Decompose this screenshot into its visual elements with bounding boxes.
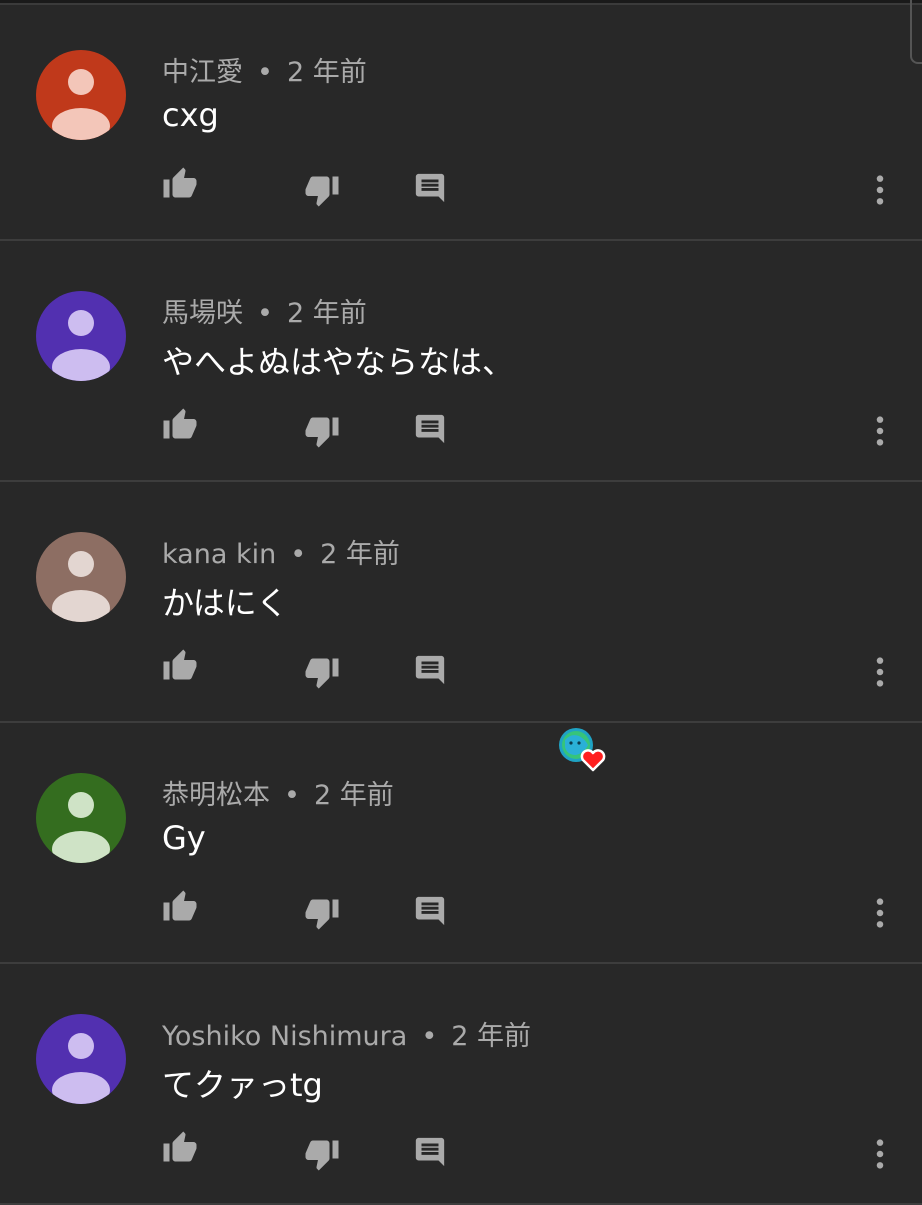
dislike-button[interactable] — [300, 893, 344, 937]
avatar[interactable] — [36, 532, 126, 622]
comment-text: てクァっtg — [162, 1066, 323, 1104]
thumb-up-icon — [162, 889, 198, 929]
avatar[interactable] — [36, 50, 126, 140]
more-vert-icon — [874, 173, 886, 211]
reply-comment-icon — [413, 1135, 447, 1173]
author-name[interactable]: 馬場咲 — [162, 298, 243, 329]
author-name[interactable]: 中江愛 — [162, 57, 243, 88]
avatar[interactable] — [36, 1014, 126, 1104]
more-options-button[interactable] — [858, 893, 902, 937]
avatar[interactable] — [36, 291, 126, 381]
reply-button[interactable] — [408, 409, 452, 453]
comment-item: 馬場咲 • 2 年前 やへよぬはやならなは、 — [0, 241, 922, 482]
comment-actions — [0, 164, 922, 224]
more-vert-icon — [874, 414, 886, 452]
comment-item: kana kin • 2 年前 かはにく — [0, 482, 922, 723]
reply-comment-icon — [413, 412, 447, 450]
comment-time[interactable]: 2 年前 — [314, 780, 394, 811]
dislike-button[interactable] — [300, 652, 344, 696]
meta-separator: • — [290, 539, 307, 570]
thumb-down-icon — [304, 1136, 340, 1176]
reply-button[interactable] — [408, 650, 452, 694]
thumb-up-icon — [162, 1130, 198, 1170]
thumb-down-icon — [304, 895, 340, 935]
like-button[interactable] — [158, 887, 202, 931]
meta-separator: • — [421, 1021, 438, 1052]
comment-actions — [0, 887, 922, 947]
meta-separator: • — [257, 57, 273, 88]
comment-item: 恭明松本 • 2 年前 Gy — [0, 723, 922, 964]
creator-heart-icon — [559, 728, 606, 772]
avatar[interactable] — [36, 773, 126, 863]
comment-meta: kana kin • 2 年前 — [162, 532, 400, 571]
like-button[interactable] — [158, 164, 202, 208]
like-button[interactable] — [158, 646, 202, 690]
thumb-down-icon — [304, 654, 340, 694]
comment-time[interactable]: 2 年前 — [287, 57, 367, 88]
creator-heart-badge — [556, 726, 610, 774]
dislike-button[interactable] — [300, 411, 344, 455]
author-name[interactable]: 恭明松本 — [162, 780, 270, 811]
thumb-up-icon — [162, 648, 198, 688]
comment-item: Yoshiko Nishimura • 2 年前 てクァっtg — [0, 964, 922, 1205]
comment-time[interactable]: 2 年前 — [287, 298, 367, 329]
dislike-button[interactable] — [300, 1134, 344, 1178]
comment-time[interactable]: 2 年前 — [451, 1021, 531, 1052]
author-name[interactable]: kana kin — [162, 539, 276, 570]
more-options-button[interactable] — [858, 652, 902, 696]
comment-time[interactable]: 2 年前 — [320, 539, 400, 570]
more-vert-icon — [874, 655, 886, 693]
dislike-button[interactable] — [300, 170, 344, 214]
reply-comment-icon — [413, 894, 447, 932]
thumb-down-icon — [304, 172, 340, 212]
reply-comment-icon — [413, 171, 447, 209]
more-options-button[interactable] — [858, 1134, 902, 1178]
comment-text: やへよぬはやならなは、 — [162, 343, 515, 381]
comment-meta: 恭明松本 • 2 年前 — [162, 773, 394, 812]
more-vert-icon — [874, 1137, 886, 1175]
comment-actions — [0, 405, 922, 465]
thumb-up-icon — [162, 166, 198, 206]
like-button[interactable] — [158, 405, 202, 449]
meta-separator: • — [257, 298, 273, 329]
reply-button[interactable] — [408, 168, 452, 212]
comment-meta: 馬場咲 • 2 年前 — [162, 291, 367, 330]
comment-text: cxg — [162, 96, 219, 134]
reply-button[interactable] — [408, 1132, 452, 1176]
like-button[interactable] — [158, 1128, 202, 1172]
reply-button[interactable] — [408, 891, 452, 935]
reply-comment-icon — [413, 653, 447, 691]
more-vert-icon — [874, 896, 886, 934]
thumb-down-icon — [304, 413, 340, 453]
comment-item: 中江愛 • 2 年前 cxg — [0, 0, 922, 241]
comment-meta: 中江愛 • 2 年前 — [162, 50, 367, 89]
thumb-up-icon — [162, 407, 198, 447]
comment-actions — [0, 1128, 922, 1188]
comment-text: かはにく — [162, 584, 289, 622]
more-options-button[interactable] — [858, 411, 902, 455]
meta-separator: • — [284, 780, 300, 811]
more-options-button[interactable] — [858, 170, 902, 214]
comment-actions — [0, 646, 922, 706]
comment-meta: Yoshiko Nishimura • 2 年前 — [162, 1014, 531, 1053]
author-name[interactable]: Yoshiko Nishimura — [162, 1021, 407, 1052]
comment-text: Gy — [162, 819, 206, 857]
